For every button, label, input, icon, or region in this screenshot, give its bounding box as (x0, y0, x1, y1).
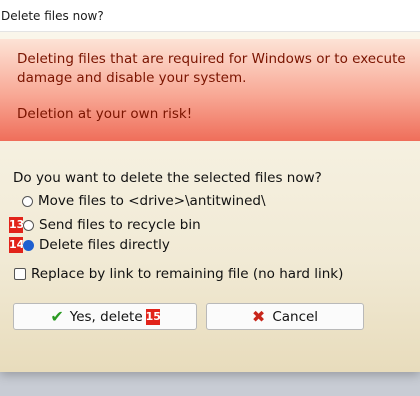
option-move-files-label: Move files to <drive>\antitwined\ (38, 193, 266, 209)
replace-by-link-label: Replace by link to remaining file (no ha… (31, 266, 344, 282)
option-delete-directly[interactable]: 14 Delete files directly (9, 236, 170, 254)
option-recycle-bin-label: Send files to recycle bin (39, 217, 201, 233)
radio-delete-directly[interactable] (23, 239, 34, 251)
warning-line-2: damage and disable your system. (17, 70, 247, 86)
option-delete-directly-label: Delete files directly (39, 237, 170, 253)
window-title: Delete files now? (1, 8, 104, 23)
cancel-label: Cancel (272, 308, 319, 325)
warning-panel: Deleting files that are required for Win… (0, 39, 420, 141)
delete-files-dialog: Delete files now? Deleting files that ar… (0, 0, 420, 372)
replace-by-link-option[interactable]: Replace by link to remaining file (no ha… (14, 265, 343, 283)
title-bar: Delete files now? (0, 0, 420, 32)
delete-question: Do you want to delete the selected files… (13, 170, 322, 186)
callout-badge-15: 15 (145, 308, 161, 325)
warning-line-1: Deleting files that are required for Win… (17, 51, 406, 67)
radio-recycle-bin[interactable] (23, 219, 34, 231)
cancel-button[interactable]: ✖ Cancel (206, 303, 364, 330)
warning-line-3: Deletion at your own risk! (17, 106, 193, 122)
callout-badge-14: 14 (9, 237, 25, 253)
replace-by-link-checkbox[interactable] (14, 268, 26, 280)
x-mark-icon: ✖ (251, 307, 266, 326)
yes-delete-label: Yes, delete (69, 308, 143, 325)
yes-delete-button[interactable]: ✔ Yes, delete 15 (13, 303, 197, 330)
checkmark-icon: ✔ (50, 307, 64, 326)
option-move-files[interactable]: Move files to <drive>\antitwined\ (22, 192, 266, 210)
radio-move-files[interactable] (22, 195, 33, 207)
callout-badge-13: 13 (9, 217, 25, 233)
option-recycle-bin[interactable]: 13 Send files to recycle bin (9, 216, 201, 234)
